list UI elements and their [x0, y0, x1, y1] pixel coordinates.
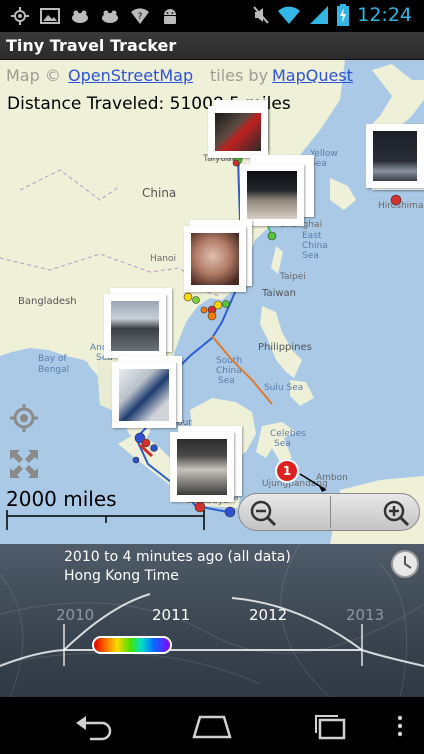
year-label-2011[interactable]: 2011	[152, 606, 190, 624]
frog-icon	[102, 10, 118, 23]
map-attribution: Map ©	[6, 66, 61, 85]
locate-icon[interactable]	[8, 402, 40, 434]
navigation-bar	[0, 697, 424, 754]
year-label-2013[interactable]: 2013	[346, 606, 384, 624]
svg-text:China: China	[142, 186, 176, 200]
fit-bounds-icon[interactable]	[8, 448, 40, 480]
zoom-in-button[interactable]	[330, 494, 421, 530]
mapquest-link[interactable]: MapQuest	[272, 66, 353, 85]
scale-label: 2000 miles	[6, 487, 117, 511]
android-icon	[164, 9, 176, 24]
attribution-middle: tiles by	[210, 66, 269, 85]
timeline-panel[interactable]: 2010 to 4 minutes ago (all data) Hong Ko…	[0, 544, 424, 697]
svg-text:Taipei: Taipei	[279, 272, 306, 282]
photo-thumbnail[interactable]	[112, 362, 176, 428]
zoom-in-icon	[383, 500, 410, 527]
svg-text:Sulu Sea: Sulu Sea	[264, 383, 303, 393]
time-range-label: 2010 to 4 minutes ago (all data)	[64, 549, 291, 565]
photo-thumbnail[interactable]	[104, 294, 166, 358]
photo-thumbnail[interactable]	[366, 124, 424, 188]
battery-charging-icon	[337, 4, 350, 26]
timezone-label: Hong Kong Time	[64, 568, 179, 584]
zoom-out-button[interactable]	[239, 494, 330, 530]
attribution-prefix: Map ©	[6, 66, 61, 85]
app-title: Tiny Travel Tracker	[6, 36, 177, 55]
photo-thumbnail[interactable]	[184, 226, 246, 292]
mute-icon	[253, 6, 269, 24]
clock: 12:24	[357, 4, 412, 26]
image-icon	[40, 8, 60, 24]
clock-icon[interactable]	[390, 549, 420, 579]
back-icon[interactable]	[72, 711, 116, 741]
signal-icon	[310, 6, 329, 24]
svg-text:Sea: Sea	[218, 376, 235, 386]
app-title-bar: Tiny Travel Tracker	[0, 32, 424, 60]
home-icon[interactable]	[190, 711, 234, 741]
svg-text:Philippines: Philippines	[258, 342, 312, 353]
svg-text:China: China	[216, 366, 242, 376]
timeline-color-range-slider[interactable]	[92, 636, 172, 654]
svg-text:Taiwan: Taiwan	[261, 288, 296, 299]
svg-text:Bengal: Bengal	[38, 365, 69, 375]
svg-text:Ambon: Ambon	[316, 473, 348, 483]
svg-text:Sea: Sea	[302, 251, 319, 261]
svg-text:Sea: Sea	[274, 439, 291, 449]
svg-text:Hanoi: Hanoi	[150, 254, 176, 264]
svg-text:Celebes: Celebes	[270, 429, 306, 439]
recents-icon[interactable]	[308, 711, 352, 741]
svg-text:China: China	[302, 241, 328, 251]
svg-text:East: East	[302, 231, 322, 241]
frog-icon	[72, 10, 88, 23]
openstreetmap-link[interactable]: OpenStreetMap	[68, 66, 193, 85]
wifi-icon	[278, 6, 301, 24]
gps-icon	[11, 7, 29, 25]
menu-icon[interactable]	[380, 711, 420, 741]
svg-text:Bangladesh: Bangladesh	[18, 296, 77, 307]
svg-text:?: ?	[138, 12, 143, 22]
zoom-control	[238, 493, 420, 531]
year-label-2012[interactable]: 2012	[249, 606, 287, 624]
photo-thumbnail[interactable]	[170, 432, 234, 502]
photo-thumbnail[interactable]	[208, 106, 268, 158]
notification-badge[interactable]: 1	[277, 461, 297, 481]
photo-thumbnail[interactable]	[240, 164, 304, 226]
year-label-2010[interactable]: 2010	[56, 606, 94, 624]
map-view[interactable]: China Taiyuan Shanghai East China Sea Ta…	[0, 60, 424, 544]
svg-text:Hiroshima: Hiroshima	[378, 201, 423, 211]
wifi-question-icon: ?	[131, 8, 149, 24]
status-bar: ? 12:24	[0, 0, 424, 32]
svg-text:Bay of: Bay of	[38, 354, 67, 364]
zoom-out-icon	[250, 500, 277, 527]
